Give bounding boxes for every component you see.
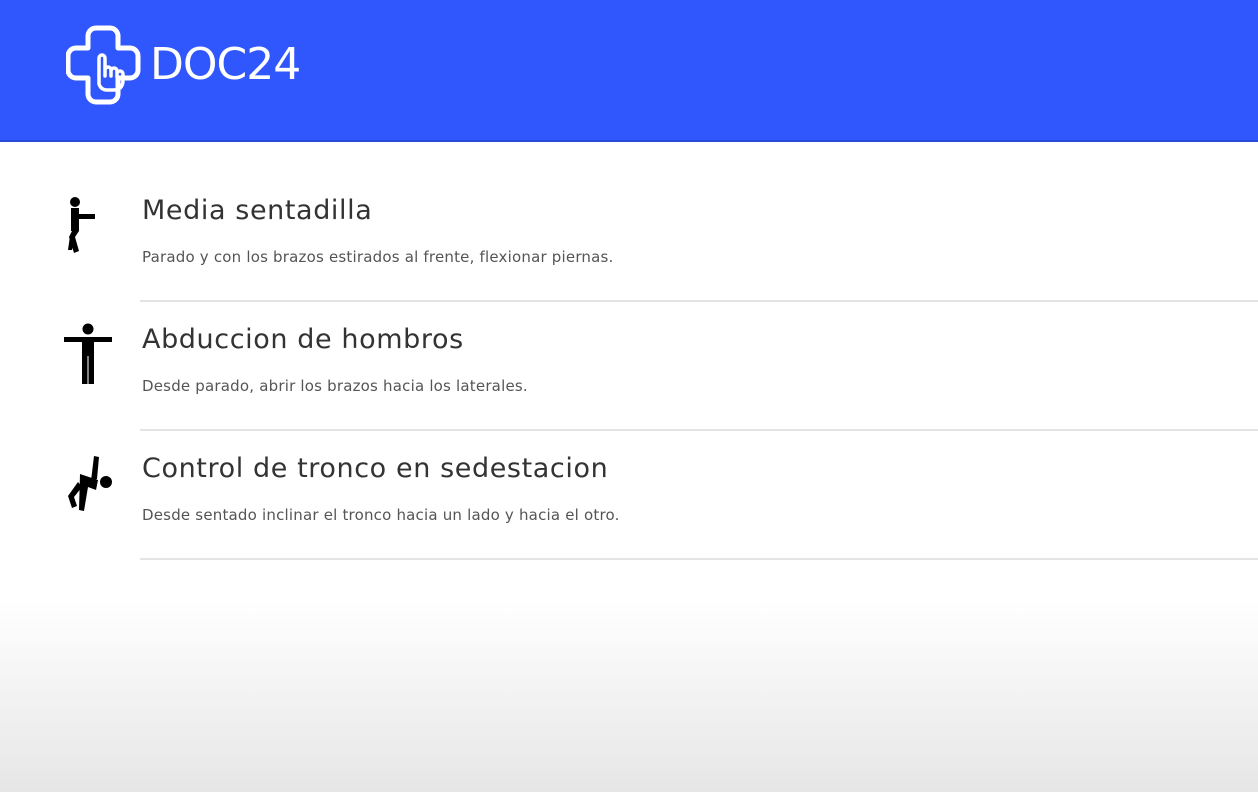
logo-text: DOC24 — [150, 39, 301, 90]
exercise-title: Abduccion de hombros — [142, 324, 464, 355]
exercise-item[interactable]: Control de tronco en sedestacion Desde s… — [0, 402, 1258, 560]
squat-figure-icon — [56, 194, 122, 260]
exercise-item[interactable]: Media sentadilla Parado y con los brazos… — [0, 144, 1258, 302]
exercise-description: Desde parado, abrir los brazos hacia los… — [142, 377, 528, 395]
exercise-description: Desde sentado inclinar el tronco hacia u… — [142, 506, 620, 524]
divider — [140, 558, 1258, 560]
exercise-list: Media sentadilla Parado y con los brazos… — [0, 144, 1258, 560]
logo[interactable]: DOC24 — [66, 24, 301, 106]
app-header: DOC24 — [0, 0, 1258, 142]
exercise-description: Parado y con los brazos estirados al fre… — [142, 248, 614, 266]
seated-side-bend-figure-icon — [56, 452, 122, 518]
exercise-item[interactable]: Abduccion de hombros Desde parado, abrir… — [0, 273, 1258, 431]
arms-out-figure-icon — [56, 323, 122, 389]
exercise-title: Media sentadilla — [142, 195, 373, 226]
exercise-title: Control de tronco en sedestacion — [142, 453, 609, 484]
cross-hand-icon — [66, 25, 141, 105]
